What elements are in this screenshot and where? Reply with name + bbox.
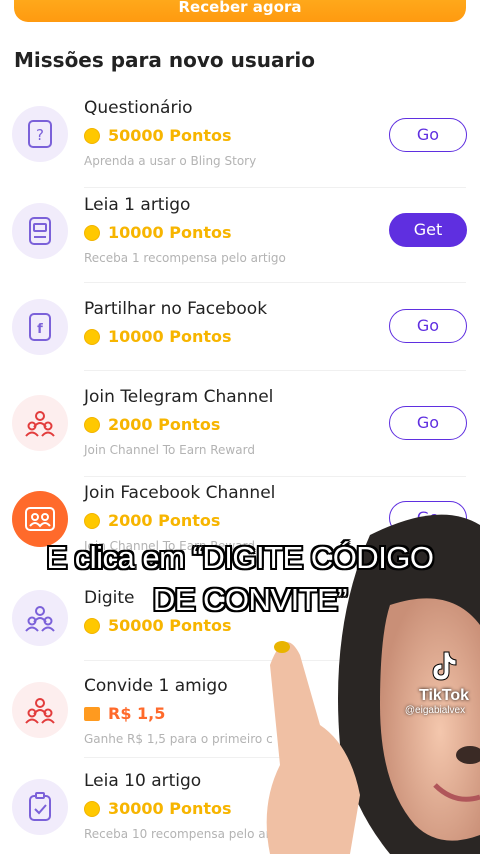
section-title: Missões para novo usuario (14, 48, 315, 72)
coin-icon (84, 617, 100, 634)
svg-text:f: f (37, 322, 43, 337)
go-button[interactable]: Go (389, 309, 467, 343)
mission-reward: 2000 Pontos (84, 415, 220, 434)
mission-subtitle: Receba 1 recompensa pelo artigo (84, 251, 286, 265)
mission-title: Leia 10 artigo (84, 771, 202, 791)
mission-title: Convide 1 amigo (84, 676, 228, 696)
coin-icon (84, 416, 100, 433)
mission-title: Join Telegram Channel (84, 387, 274, 407)
mission-subtitle: Join Channel To Earn Reward (84, 443, 255, 457)
divider (84, 282, 466, 283)
group-icon (12, 395, 68, 451)
mission-reward: 50000 Pontos (84, 616, 232, 635)
get-button[interactable]: Get (389, 213, 467, 247)
facebook-icon: f (12, 299, 68, 355)
cash-icon (84, 706, 100, 721)
coin-icon (84, 800, 100, 817)
mission-title: Partilhar no Facebook (84, 299, 268, 319)
mission-title: Questionário (84, 98, 193, 118)
coin-icon (84, 224, 100, 241)
divider (84, 476, 466, 477)
receive-now-button[interactable]: Receber agora (14, 0, 466, 22)
mission-telegram: Join Telegram Channel 2000 Pontos Join C… (0, 387, 480, 477)
divider (84, 187, 466, 188)
mission-reward: 50000 Pontos (84, 126, 232, 145)
go-button[interactable]: Go (389, 406, 467, 440)
svg-text:?: ? (36, 126, 44, 144)
coin-icon (84, 127, 100, 144)
mission-share-facebook: f Partilhar no Facebook 10000 Pontos Go (0, 299, 480, 389)
group-icon (12, 682, 68, 738)
video-caption-line1: E clica em “DIGITE CÓDIGO (46, 540, 434, 575)
divider (84, 370, 466, 371)
mission-reward: R$ 1,5 (84, 704, 165, 723)
tiktok-logo-icon (432, 651, 457, 681)
clipboard-check-icon (12, 779, 68, 835)
question-icon: ? (12, 106, 68, 162)
coin-icon (84, 328, 100, 345)
mission-title: Leia 1 artigo (84, 195, 191, 215)
mission-reward: 30000 Pontos (84, 799, 232, 818)
mission-title: Join Facebook Channel (84, 483, 276, 503)
coin-icon (84, 512, 100, 529)
group-icon (12, 491, 68, 547)
mission-reward: 2000 Pontos (84, 511, 220, 530)
mission-questionnaire: ? Questionário 50000 Pontos Aprenda a us… (0, 98, 480, 188)
video-caption-line2: DE CONVITE” (152, 582, 348, 617)
go-button[interactable]: Go (389, 118, 467, 152)
mission-subtitle: Aprenda a usar o Bling Story (84, 154, 257, 168)
tiktok-watermark: TikTok @eigabialvex (405, 650, 476, 716)
book-icon (12, 203, 68, 259)
mission-reward: 10000 Pontos (84, 327, 232, 346)
mission-reward: 10000 Pontos (84, 223, 232, 242)
mission-read-article: Leia 1 artigo 10000 Pontos Receba 1 reco… (0, 195, 480, 285)
